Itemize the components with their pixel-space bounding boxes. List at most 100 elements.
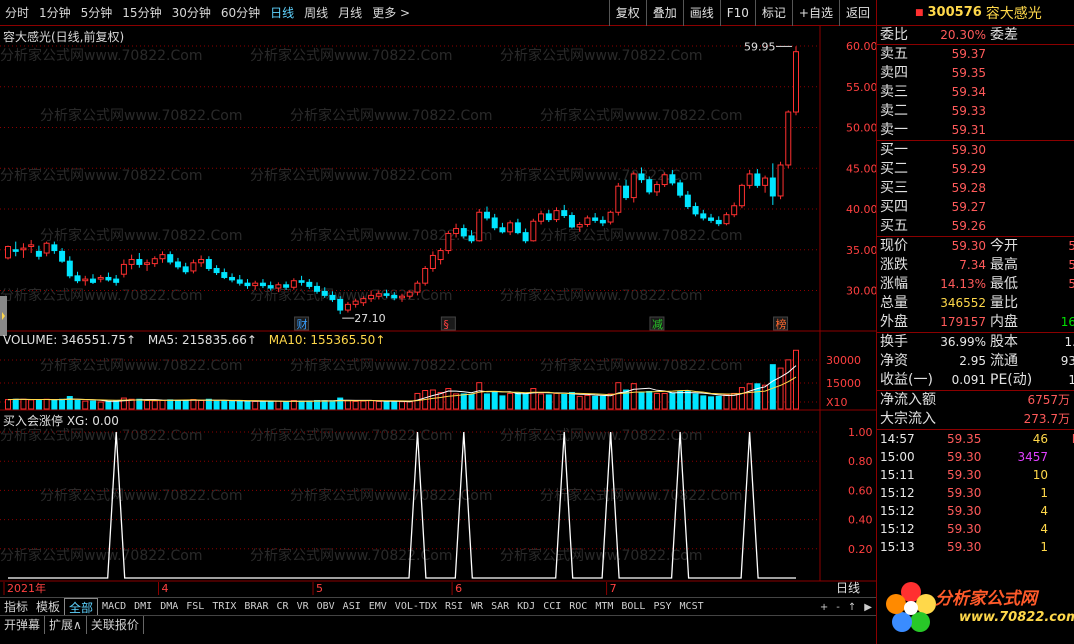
candle-body	[113, 278, 120, 283]
period-tab[interactable]: 分时	[0, 0, 34, 26]
indicator-tab[interactable]: 全部	[64, 597, 99, 616]
stat-row: 现价 59.30 今开 5	[877, 237, 1074, 256]
kline-chart[interactable]: 分析家公式网www.70822.Com 分析家公式网www.70822.Com 分析…	[0, 26, 876, 596]
volume-bar	[283, 401, 290, 410]
indicator-tab[interactable]: MACD	[98, 598, 130, 616]
tick-price: 59.30	[947, 504, 982, 518]
period-tab[interactable]: 周线	[299, 0, 333, 26]
indicator-tab[interactable]: RSI	[441, 598, 467, 616]
indicator-tab[interactable]: BRAR	[240, 598, 272, 616]
volume-bar	[290, 399, 297, 410]
extra-tab[interactable]: 关联报价	[87, 615, 144, 634]
indicator-tab[interactable]: FSL	[182, 598, 208, 616]
tool-button[interactable]: 返回	[838, 0, 876, 26]
tick-row: 15:00 59.30 3457	[877, 448, 1074, 466]
period-tab[interactable]: 60分钟	[216, 0, 265, 26]
candle-body	[607, 211, 614, 223]
period-tab[interactable]: 月线	[333, 0, 367, 26]
candle-body	[136, 259, 143, 265]
stat-value: 5	[1068, 275, 1074, 294]
indicator-tab[interactable]: 模板	[32, 598, 64, 616]
order-label: 卖二	[880, 103, 908, 119]
candle-body	[329, 294, 336, 300]
event-tag[interactable]: 减	[652, 318, 663, 331]
event-tag[interactable]: §	[443, 318, 449, 331]
volume-bar	[507, 392, 514, 410]
candle-body	[151, 258, 158, 265]
candle-body	[507, 222, 514, 233]
tick-time: 15:12	[880, 504, 915, 518]
tool-button[interactable]: 复权	[608, 0, 646, 26]
tick-time: 14:57	[880, 432, 915, 446]
indicator-tab[interactable]: KDJ	[513, 598, 539, 616]
tool-button[interactable]: +自选	[791, 0, 839, 26]
flow-row: 大宗流入 273.7万	[877, 410, 1074, 429]
scroll-button[interactable]: ↑	[848, 602, 856, 613]
indicator-tab[interactable]: TRIX	[208, 598, 240, 616]
kline-chart-area[interactable]: 分析家公式网www.70822.Com 分析家公式网www.70822.Com 分析…	[0, 26, 876, 596]
volume-bar	[66, 396, 73, 410]
indicator-tab[interactable]: MCST	[676, 598, 708, 616]
indicator-tab[interactable]: WR	[467, 598, 487, 616]
indicator-tab[interactable]: SAR	[487, 598, 513, 616]
candle-body	[252, 282, 259, 287]
indicator-tab[interactable]: DMI	[130, 598, 156, 616]
volume-bar	[314, 399, 321, 410]
scroll-button[interactable]: -	[836, 602, 840, 613]
candle-body	[538, 213, 545, 222]
tool-button[interactable]: 叠加	[645, 0, 683, 26]
indicator-tab[interactable]: MTM	[591, 598, 617, 616]
candle-body	[213, 267, 220, 274]
period-tab[interactable]: 1分钟	[34, 0, 76, 26]
tick-list[interactable]: 14:5759.3546B15:0059.30345715:1159.30101…	[877, 430, 1074, 556]
candle-body	[445, 232, 452, 252]
candle-body	[43, 242, 50, 254]
period-tab[interactable]: 更多 >	[367, 0, 415, 26]
candle-body	[414, 282, 421, 293]
volume-bar	[692, 393, 699, 410]
extra-tab[interactable]: 开弹幕	[0, 615, 46, 634]
period-tab[interactable]: 30分钟	[167, 0, 216, 26]
indicator-tab[interactable]: EMV	[365, 598, 391, 616]
candle-body	[59, 250, 66, 262]
candle-body	[692, 206, 699, 215]
site-logo: 分析家公式网 www.70822.com	[877, 572, 1074, 644]
candle-body	[669, 174, 676, 184]
candle-body	[700, 213, 707, 219]
indicator-tab[interactable]: CR	[273, 598, 293, 616]
tool-button[interactable]: F10	[719, 0, 755, 26]
tool-button[interactable]: 画线	[682, 0, 720, 26]
tick-time: 15:11	[880, 468, 915, 482]
price-tick-label: 45.00	[846, 162, 876, 175]
indicator-tab[interactable]: OBV	[313, 598, 339, 616]
indicator-tab[interactable]: ROC	[565, 598, 591, 616]
indicator-tab[interactable]: VR	[293, 598, 313, 616]
event-tag[interactable]: 财	[297, 317, 308, 331]
indicator-tab[interactable]: DMA	[156, 598, 182, 616]
indicator-tab[interactable]: ASI	[339, 598, 365, 616]
indicator-tab[interactable]: BOLL	[617, 598, 649, 616]
period-tab[interactable]: 日线	[265, 0, 299, 26]
indicator-tab[interactable]: CCI	[539, 598, 565, 616]
event-tag[interactable]: 榜	[776, 317, 787, 331]
fund-label: 换手	[880, 334, 908, 350]
indicator-tab[interactable]: 指标	[0, 598, 32, 616]
scroll-button[interactable]: ▶	[864, 602, 872, 613]
period-tab[interactable]: 5分钟	[76, 0, 118, 26]
period-tab[interactable]: 15分钟	[117, 0, 166, 26]
scroll-button[interactable]: +	[820, 602, 828, 613]
price-tick-label: 55.00	[846, 81, 876, 94]
tick-volume: 4	[1040, 522, 1048, 536]
candle-body	[561, 210, 568, 217]
extra-tab[interactable]: 扩展∧	[45, 615, 87, 634]
order-price: 59.31	[951, 123, 986, 137]
volume-value: VOLUME: 346551.75↑	[3, 333, 137, 347]
order-row: 买三 59.28	[877, 179, 1074, 198]
indicator-tab[interactable]: VOL-TDX	[391, 598, 441, 616]
tool-button[interactable]: 标记	[754, 0, 792, 26]
candle-body	[522, 232, 529, 242]
stock-code: 300576	[927, 5, 982, 20]
indicator-tab[interactable]: PSY	[649, 598, 675, 616]
order-row: 买五 59.26	[877, 217, 1074, 236]
fund-row: 净资 2.95 流通 93	[877, 352, 1074, 371]
